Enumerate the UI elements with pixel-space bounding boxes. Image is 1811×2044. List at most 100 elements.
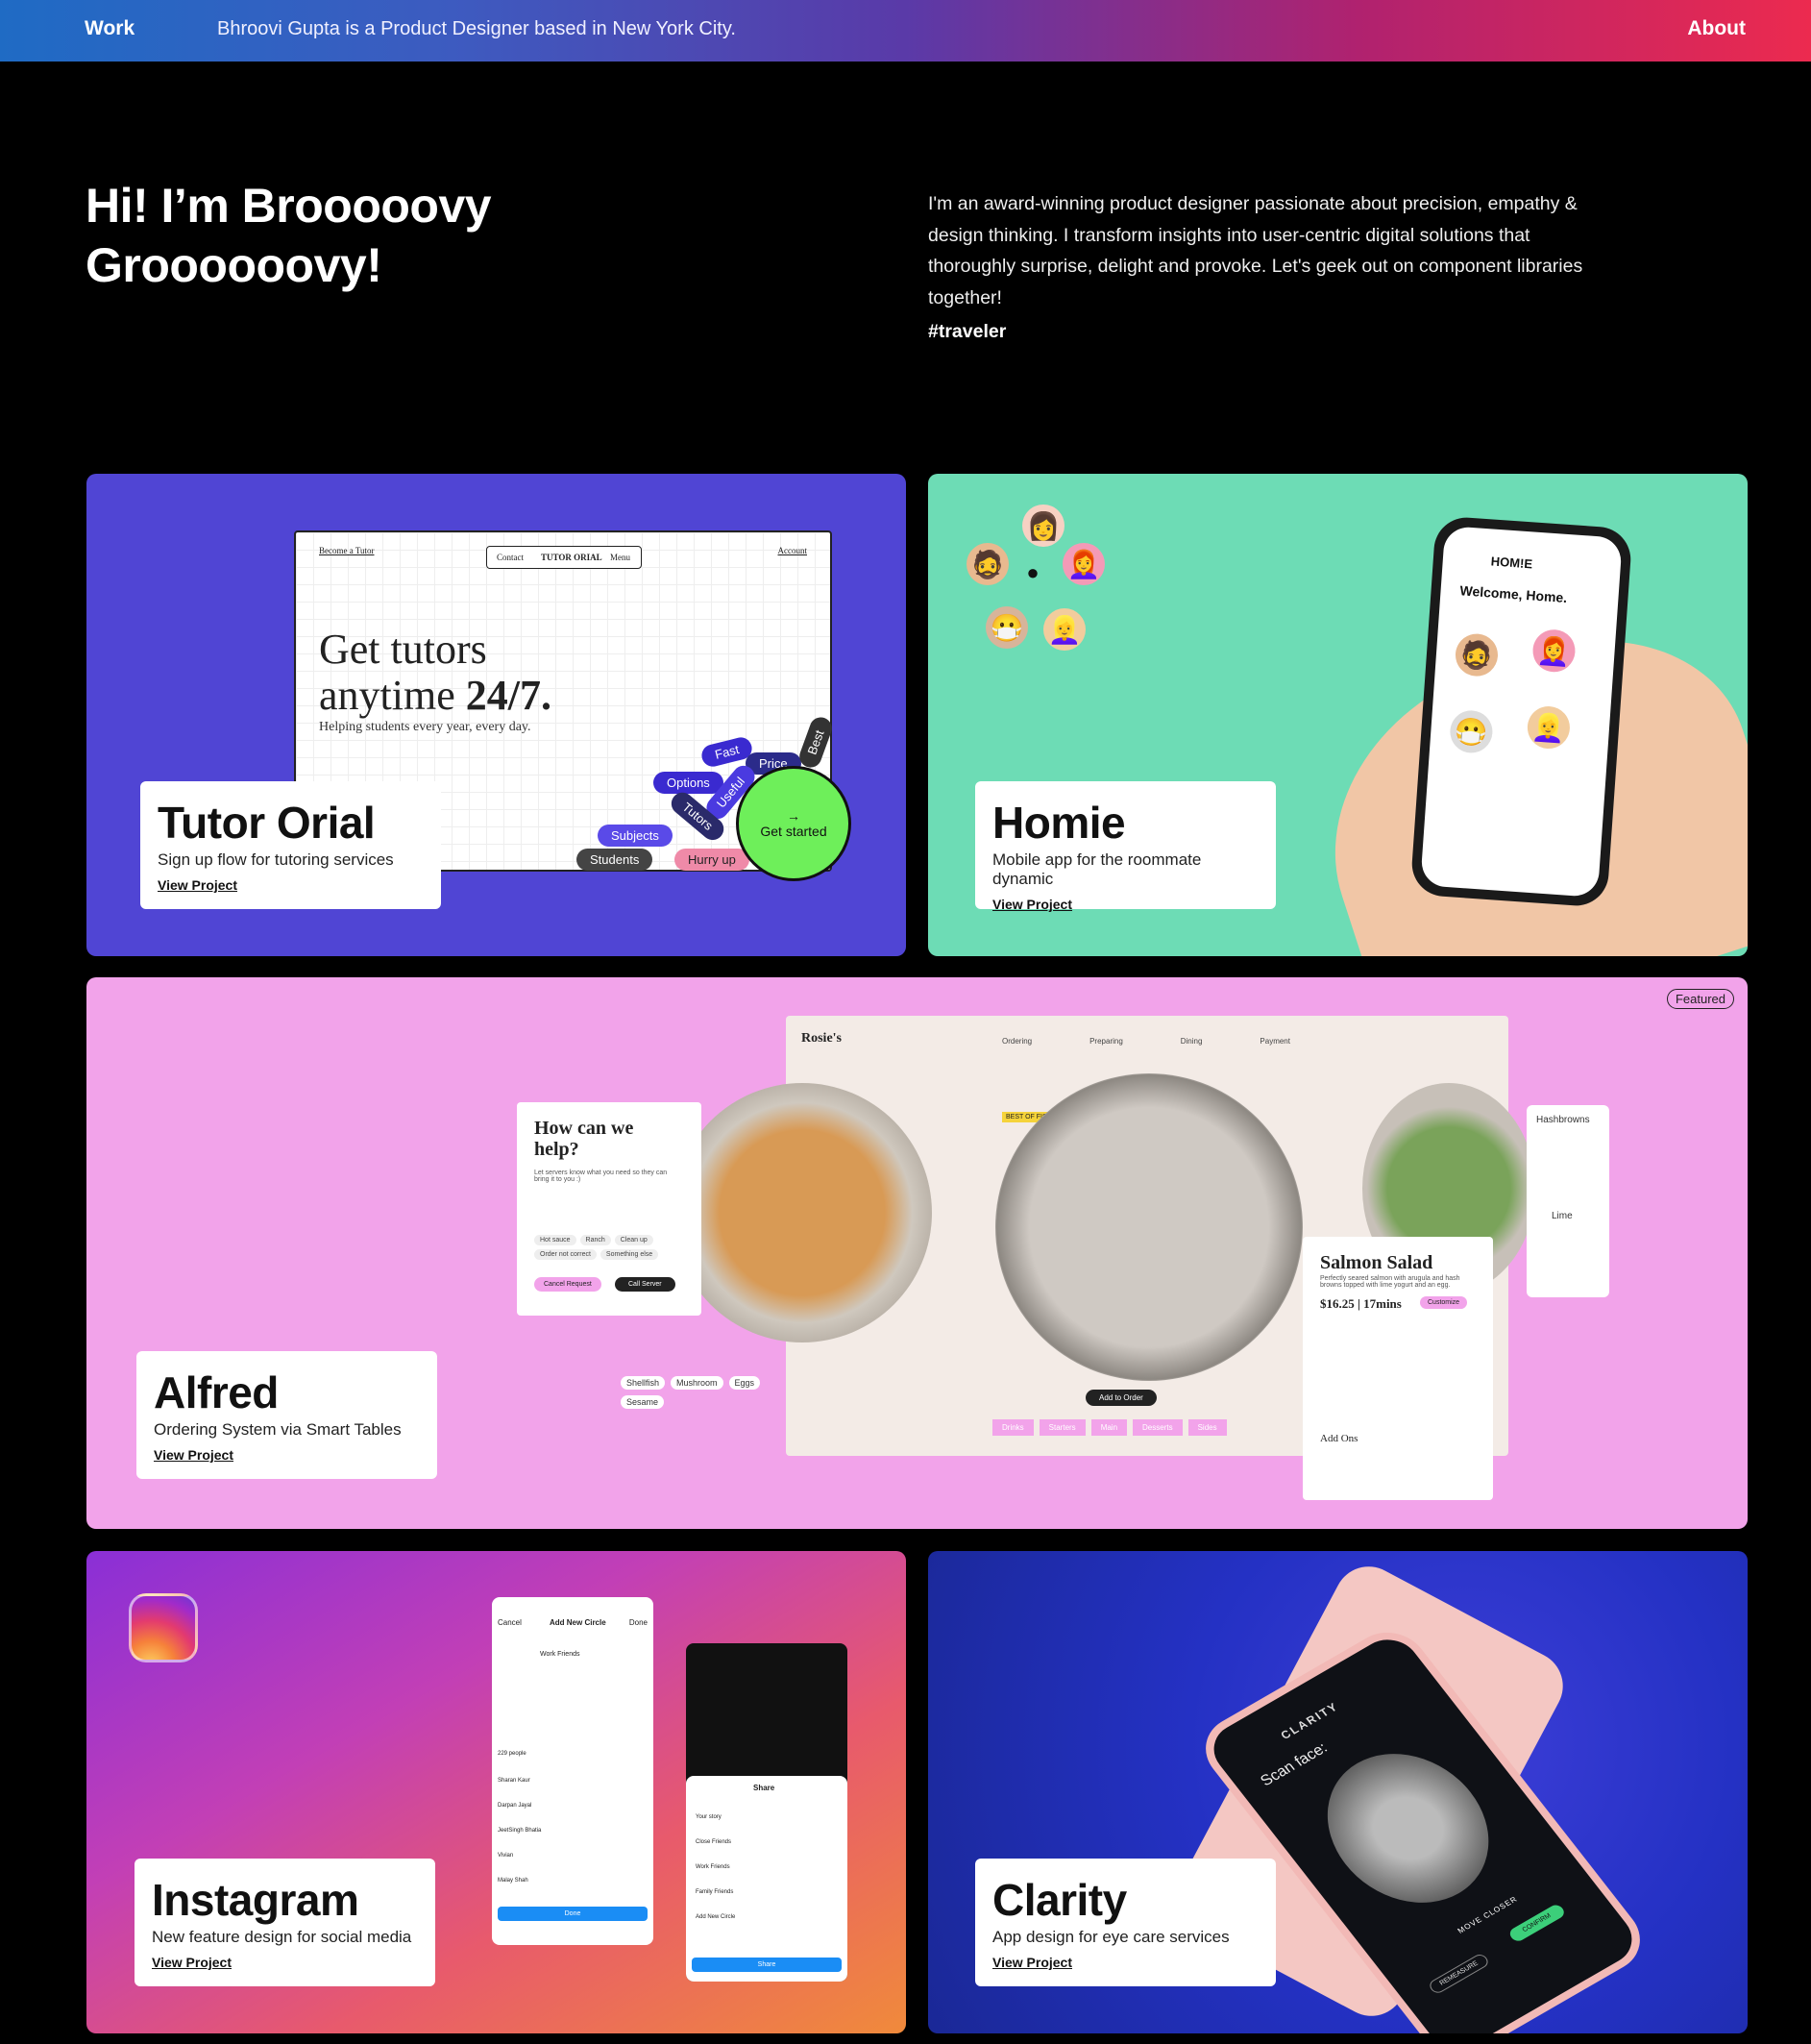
alfred-category: Desserts: [1133, 1419, 1183, 1436]
alfred-categories: Drinks Starters Main Desserts Sides: [992, 1419, 1227, 1436]
instagram-logo-icon: [129, 1593, 198, 1662]
alfred-help-card: How can we help? Let servers know what y…: [517, 1102, 701, 1316]
instagram-share-item: Add New Circle: [696, 1914, 736, 1920]
project-title: Tutor Orial: [158, 798, 376, 848]
project-info-instagram: Instagram New feature design for social …: [135, 1859, 435, 1986]
instagram-share-list: Your story Close Friends Work Friends Fa…: [696, 1805, 735, 1930]
alfred-category: Sides: [1187, 1419, 1227, 1436]
instagram-share-item: Close Friends: [696, 1839, 732, 1845]
project-card-instagram[interactable]: Cancel Add New Circle Done Work Friends …: [86, 1551, 906, 2033]
tutor-mock-headline-2: anytime: [319, 672, 455, 719]
project-title: Homie: [992, 798, 1126, 848]
alfred-side-item: Lime: [1552, 1211, 1573, 1221]
tutor-mock-headline-1: Get tutors: [319, 626, 487, 673]
hero-bio: I'm an award-winning product designer pa…: [928, 193, 1583, 308]
alfred-help-chips: Hot sauce Ranch Clean up Order not corre…: [534, 1235, 697, 1260]
nav-about-link[interactable]: About: [1687, 17, 1746, 40]
arrow-right-icon: →: [787, 808, 800, 824]
tutor-mock-headline: Get tutors anytime 24/7.: [319, 627, 551, 719]
instagram-mock-people-list: Sharan Kaur Darpan Jayal JeetSingh Bhati…: [498, 1768, 541, 1893]
project-subtitle: Ordering System via Smart Tables: [154, 1420, 402, 1439]
tutor-get-started-label: Get started: [760, 824, 827, 839]
instagram-mock-cancel: Cancel: [498, 1618, 522, 1627]
memoji-avatar: 🧔: [967, 543, 1009, 585]
alfred-cancel-request-button: Cancel Request: [534, 1277, 601, 1292]
hero-title-line2: Groooooovy!: [86, 238, 382, 292]
alfred-allergens: Shellfish Mushroom Eggs Sesame: [621, 1376, 774, 1409]
clarity-face-scan: [1294, 1727, 1522, 1930]
view-project-link[interactable]: View Project: [992, 897, 1072, 912]
instagram-mock-person: Vivian: [498, 1853, 514, 1859]
hero-title: Hi! I’m Brooooovy Groooooovy!: [86, 176, 624, 295]
project-info-tutor-orial: Tutor Orial Sign up flow for tutoring se…: [140, 781, 441, 909]
alfred-help-chip: Clean up: [614, 1235, 653, 1245]
project-card-tutor-orial[interactable]: Become a Tutor Contact TUTOR ORIAL Menu …: [86, 474, 906, 956]
view-project-link[interactable]: View Project: [158, 877, 237, 893]
tutor-chip-students: Students: [576, 849, 653, 871]
view-project-link[interactable]: View Project: [154, 1447, 233, 1463]
alfred-help-title: How can we help?: [534, 1118, 634, 1160]
alfred-category: Drinks: [992, 1419, 1034, 1436]
alfred-add-ons-label: Add Ons: [1320, 1433, 1358, 1444]
hero-title-line1: Hi! I’m Brooooovy: [86, 179, 492, 233]
apple-icon: ●: [1026, 560, 1040, 584]
memoji-avatar: 😷: [1448, 708, 1494, 754]
instagram-mock-person: JeetSingh Bhatia: [498, 1828, 542, 1834]
alfred-allergen: Shellfish: [621, 1376, 666, 1390]
alfred-help-sub: Let servers know what you need so they c…: [534, 1170, 668, 1183]
tutor-mock-nav-brand: TUTOR ORIAL: [541, 553, 602, 562]
alfred-help-chip: Something else: [600, 1249, 659, 1260]
memoji-avatar: 👩: [1022, 505, 1065, 547]
project-subtitle: App design for eye care services: [992, 1928, 1230, 1946]
memoji-avatar: 👱‍♀️: [1526, 704, 1572, 751]
project-subtitle: Mobile app for the roommate dynamic: [992, 850, 1202, 888]
alfred-step: Preparing: [1089, 1037, 1123, 1046]
alfred-help-chip: Hot sauce: [534, 1235, 576, 1245]
clarity-scan-label: Scan face:: [1258, 1739, 1332, 1790]
instagram-mock-person: Darpan Jayal: [498, 1803, 532, 1809]
alfred-allergen: Sesame: [621, 1395, 665, 1409]
instagram-share-mock: Share Your story Close Friends Work Frie…: [686, 1643, 847, 1982]
clarity-remeasure-button: REMEASURE: [1427, 1952, 1492, 1996]
homie-welcome: Welcome, Home.: [1459, 582, 1568, 606]
tutor-chip-subjects: Subjects: [598, 825, 673, 847]
alfred-dish-title: Salmon Salad: [1320, 1252, 1433, 1273]
instagram-share-item: Work Friends: [696, 1864, 730, 1870]
alfred-customize-button: Customize: [1420, 1296, 1468, 1309]
memoji-avatar: 🧔: [1454, 632, 1500, 678]
alfred-category: Starters: [1039, 1419, 1086, 1436]
tutor-mock-headline-bold: 24/7.: [465, 672, 551, 719]
quesadilla-plate: [673, 1083, 932, 1342]
alfred-help-chip: Order not correct: [534, 1249, 597, 1260]
homie-brand: HOM!E: [1490, 554, 1533, 572]
alfred-step: Payment: [1260, 1037, 1290, 1046]
alfred-step: Dining: [1180, 1037, 1203, 1046]
alfred-allergen: Eggs: [728, 1376, 761, 1390]
tutor-mock-nav-pill: Contact TUTOR ORIAL Menu: [486, 546, 642, 569]
tutor-chip-options: Options: [653, 772, 723, 794]
nav-work-link[interactable]: Work: [85, 17, 135, 40]
project-card-clarity[interactable]: CLARITY Scan face: MOVE CLOSER CONFIRM R…: [928, 1551, 1748, 2033]
project-subtitle: New feature design for social media: [152, 1928, 412, 1946]
view-project-link[interactable]: View Project: [992, 1955, 1072, 1970]
alfred-step: Ordering: [1002, 1037, 1033, 1046]
memoji-avatar: 👱‍♀️: [1043, 608, 1086, 651]
view-project-link[interactable]: View Project: [152, 1955, 232, 1970]
project-subtitle: Sign up flow for tutoring services: [158, 850, 394, 869]
project-title: Clarity: [992, 1875, 1127, 1925]
alfred-call-server-button: Call Server: [615, 1277, 675, 1292]
tutor-mock-nav-left: Become a Tutor: [319, 546, 375, 555]
alfred-brand: Rosie's: [801, 1031, 842, 1046]
project-card-homie[interactable]: 👩 🧔 👩‍🦰 ● 😷 👱‍♀️ HOM!E Welcome, Home. 🧔 …: [928, 474, 1748, 956]
project-card-alfred[interactable]: Featured Rosie's Ordering Preparing Dini…: [86, 977, 1748, 1529]
project-title: Alfred: [154, 1367, 279, 1417]
alfred-dish-card: Salmon Salad Perfectly seared salmon wit…: [1303, 1237, 1493, 1500]
project-info-homie: Homie Mobile app for the roommate dynami…: [975, 781, 1276, 912]
instagram-share-item: Family Friends: [696, 1889, 734, 1895]
project-title: Instagram: [152, 1875, 359, 1925]
instagram-mock-person: Malay Shah: [498, 1878, 528, 1884]
instagram-share-item: Your story: [696, 1814, 722, 1820]
alfred-dish-desc: Perfectly seared salmon with arugula and…: [1320, 1275, 1460, 1289]
alfred-side-item: Hashbrowns: [1536, 1115, 1590, 1125]
tutor-mock-sub: Helping students every year, every day.: [319, 720, 531, 734]
